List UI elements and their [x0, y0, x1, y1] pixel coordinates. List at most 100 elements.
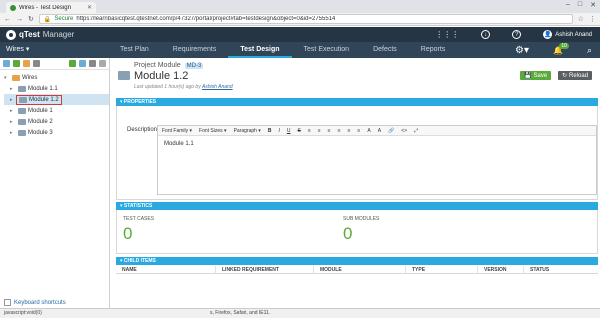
- font-family-dropdown[interactable]: Font Family ▾: [162, 128, 192, 134]
- numbered-list-icon[interactable]: ≡: [318, 128, 321, 134]
- properties-header[interactable]: ▾ PROPERTIES: [116, 98, 598, 106]
- bookmark-star-icon[interactable]: ☆: [578, 15, 584, 23]
- url-input[interactable]: 🔒 Secure https://learnbasicqtest.qtestne…: [38, 14, 573, 24]
- reload-icon: ↻: [562, 73, 568, 79]
- tab-reports[interactable]: Reports: [409, 42, 458, 58]
- highlight-color-icon[interactable]: A: [378, 128, 381, 134]
- close-window-icon[interactable]: ✕: [590, 1, 596, 9]
- reload-button[interactable]: ↻ Reload: [558, 71, 593, 80]
- tab-requirements[interactable]: Requirements: [161, 42, 229, 58]
- page-title[interactable]: Module 1.2: [134, 70, 188, 82]
- status-browser-note: s, Firefox, Safari, and IE11.: [210, 310, 271, 316]
- move-icon[interactable]: [23, 60, 30, 67]
- forward-icon[interactable]: →: [16, 16, 23, 23]
- font-size-label: Font Sizes: [199, 127, 223, 134]
- align-right-icon[interactable]: ≡: [348, 128, 351, 134]
- paragraph-dropdown[interactable]: Paragraph ▾: [234, 128, 261, 134]
- expand-arrow-icon[interactable]: ▸: [10, 130, 16, 136]
- font-size-dropdown[interactable]: Font Sizes ▾: [199, 128, 227, 134]
- import-icon[interactable]: [69, 60, 76, 67]
- description-text[interactable]: Module 1.1: [158, 136, 596, 152]
- expand-arrow-icon[interactable]: ▸: [10, 108, 16, 114]
- link-icon[interactable]: 🔗: [388, 128, 394, 134]
- child-items-title: CHILD ITEMS: [123, 258, 156, 264]
- settings-icon[interactable]: [89, 60, 96, 67]
- child-items-header[interactable]: ▾ CHILD ITEMS: [116, 257, 598, 265]
- expand-arrow-icon[interactable]: ▸: [10, 119, 16, 125]
- bullet-list-icon[interactable]: ≡: [308, 128, 311, 134]
- bold-button[interactable]: B: [268, 128, 272, 134]
- text-color-icon[interactable]: A: [367, 128, 370, 134]
- folder-icon: [19, 96, 27, 103]
- folder-icon: [18, 85, 26, 92]
- browser-tab-title: Wires - Test Design: [19, 4, 71, 11]
- filter-icon[interactable]: [33, 60, 40, 67]
- tree-item[interactable]: ▸ Module 3: [4, 127, 109, 138]
- save-icon: 💾: [524, 73, 532, 79]
- search-icon[interactable]: ⌕: [587, 45, 592, 56]
- module-id-badge: MD-3: [184, 63, 204, 69]
- tree-item-label: Module 1: [28, 107, 53, 114]
- column-linked-requirement[interactable]: LINKED REQUIREMENT: [216, 265, 314, 274]
- gear-icon[interactable]: ⚙▾: [515, 45, 529, 56]
- column-module[interactable]: MODULE: [314, 265, 406, 274]
- browser-tab-bar: Wires - Test Design ✕ – □ ✕: [0, 0, 600, 13]
- keyboard-shortcuts-link[interactable]: Keyboard shortcuts: [4, 299, 66, 306]
- column-version[interactable]: VERSION: [478, 265, 524, 274]
- keyboard-icon: [4, 299, 11, 306]
- align-center-icon[interactable]: ≡: [338, 128, 341, 134]
- tree-toolbar: [0, 58, 109, 70]
- download-icon[interactable]: ↓: [481, 30, 491, 39]
- tab-defects[interactable]: Defects: [361, 42, 409, 58]
- column-name[interactable]: NAME: [116, 265, 216, 274]
- code-icon[interactable]: <>: [401, 128, 407, 134]
- underline-button[interactable]: U: [287, 128, 291, 134]
- description-label: Description: [127, 127, 158, 133]
- column-status[interactable]: STATUS: [524, 266, 598, 274]
- tab-test-design[interactable]: Test Design: [228, 42, 292, 58]
- favicon-icon: [10, 4, 16, 11]
- tab-test-plan[interactable]: Test Plan: [108, 42, 161, 58]
- export-icon[interactable]: [79, 60, 86, 67]
- back-icon[interactable]: ←: [4, 16, 11, 23]
- test-cases-label: TEST CASES: [123, 216, 155, 222]
- app-header: qTest Manager ⋮⋮⋮ ↓ ? 👤 Ashish Anand: [0, 27, 600, 42]
- child-items-grid-header: NAME LINKED REQUIREMENT MODULE TYPE VERS…: [116, 265, 598, 274]
- tab-test-execution[interactable]: Test Execution: [292, 42, 362, 58]
- apps-grid-icon[interactable]: ⋮⋮⋮: [435, 30, 459, 39]
- statistics-header[interactable]: ▾ STATISTICS: [116, 202, 598, 210]
- close-tab-icon[interactable]: ✕: [87, 4, 92, 11]
- save-button[interactable]: 💾 Save: [520, 71, 552, 80]
- new-folder-icon[interactable]: [3, 60, 10, 67]
- minimize-icon[interactable]: –: [566, 1, 570, 9]
- tree-root[interactable]: ▾ Wires: [4, 72, 109, 83]
- project-selector[interactable]: Wires ▾: [6, 45, 29, 53]
- browser-menu-icon[interactable]: ⋮: [589, 15, 596, 23]
- notification-icon[interactable]: 🔔 10: [553, 42, 569, 55]
- tree-item-selected[interactable]: ▸ Module 1.2: [4, 94, 109, 105]
- browser-tab[interactable]: Wires - Test Design ✕: [6, 2, 96, 13]
- statistics-title: STATISTICS: [123, 203, 153, 209]
- tree-item[interactable]: ▸ Module 1.1: [4, 83, 109, 94]
- updated-by-link[interactable]: Ashish Anand: [202, 84, 233, 90]
- new-test-icon[interactable]: [13, 60, 20, 67]
- align-left-icon[interactable]: ≡: [328, 128, 331, 134]
- project-name: Wires: [6, 46, 24, 53]
- column-type[interactable]: TYPE: [406, 265, 478, 274]
- tree-item[interactable]: ▸ Module 1: [4, 105, 109, 116]
- italic-button[interactable]: I: [278, 128, 279, 134]
- refresh-icon[interactable]: ↻: [28, 15, 34, 23]
- maximize-icon[interactable]: □: [578, 1, 582, 9]
- description-editor[interactable]: Font Family ▾ Font Sizes ▾ Paragraph ▾ B…: [157, 125, 597, 195]
- fullscreen-icon[interactable]: ⤢: [414, 128, 418, 134]
- align-justify-icon[interactable]: ≡: [357, 128, 360, 134]
- strikethrough-button[interactable]: S: [297, 128, 300, 134]
- collapse-arrow-icon[interactable]: ▾: [4, 75, 10, 81]
- collapse-icon[interactable]: [99, 60, 106, 67]
- expand-arrow-icon[interactable]: ▸: [10, 86, 16, 92]
- tree-item[interactable]: ▸ Module 2: [4, 116, 109, 127]
- secure-label: Secure: [54, 16, 74, 22]
- sub-modules-count: 0: [343, 224, 353, 243]
- user-menu[interactable]: 👤 Ashish Anand: [543, 30, 592, 39]
- help-icon[interactable]: ?: [512, 30, 522, 39]
